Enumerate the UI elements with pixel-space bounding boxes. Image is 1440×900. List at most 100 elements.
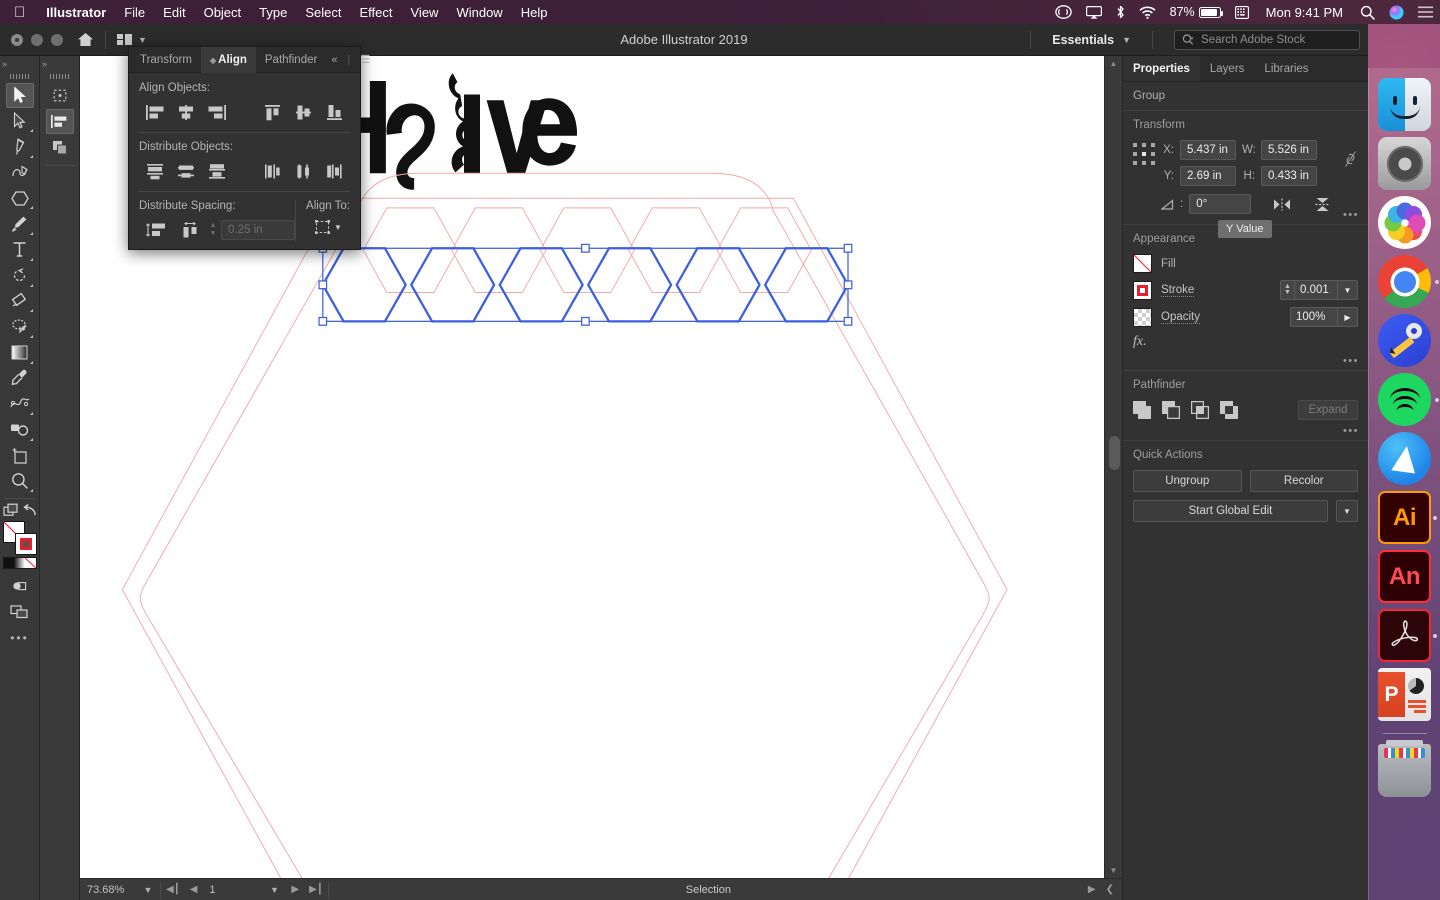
- fx-effects-icon[interactable]: fx.: [1133, 334, 1358, 350]
- distribute-spacing-field[interactable]: 0.25 in: [221, 220, 295, 240]
- zoom-tool[interactable]: [6, 469, 34, 494]
- shape-builder-tool[interactable]: [6, 417, 34, 442]
- menu-app-name[interactable]: Illustrator: [37, 5, 115, 20]
- horizontal-align-right-button[interactable]: [201, 101, 232, 123]
- horizontal-distribute-center-button[interactable]: [288, 160, 319, 182]
- tools-panel-grip[interactable]: [0, 70, 39, 83]
- vertical-distribute-space-button[interactable]: [139, 219, 173, 241]
- adobe-illustrator-icon[interactable]: Ai: [1378, 491, 1431, 544]
- more-options-icon[interactable]: •••: [1343, 425, 1359, 437]
- home-icon[interactable]: [77, 32, 94, 47]
- x-field[interactable]: 5.437 in: [1180, 140, 1236, 160]
- spark-mail-icon[interactable]: [1378, 432, 1431, 485]
- last-page-icon[interactable]: ▶┃: [304, 884, 328, 895]
- creative-cloud-icon[interactable]: [1048, 5, 1079, 19]
- tab-layers[interactable]: Layers: [1200, 56, 1255, 81]
- stroke-swatch[interactable]: [1133, 281, 1152, 300]
- type-tool[interactable]: [6, 237, 34, 262]
- chevron-right-icon[interactable]: ▶: [1338, 307, 1358, 327]
- menu-window[interactable]: Window: [447, 5, 511, 20]
- spotify-icon[interactable]: [1378, 373, 1431, 426]
- unite-icon[interactable]: [1133, 401, 1152, 420]
- align-button[interactable]: [46, 109, 74, 134]
- control-strip-grip[interactable]: [40, 70, 79, 83]
- horizontal-distribute-right-button[interactable]: [319, 160, 350, 182]
- menu-object[interactable]: Object: [195, 5, 251, 20]
- resize-handle-icon[interactable]: ❮: [1106, 884, 1114, 895]
- artboard-tool[interactable]: [6, 443, 34, 468]
- stroke-label[interactable]: Stroke: [1161, 284, 1194, 297]
- tab-transform[interactable]: Transform: [131, 47, 201, 73]
- chevron-down-icon[interactable]: ▼: [262, 885, 286, 895]
- stroke-weight-stepper[interactable]: ▲▼: [1280, 280, 1294, 300]
- first-page-icon[interactable]: ◀┃: [161, 884, 185, 895]
- siri-icon[interactable]: [1382, 5, 1411, 20]
- pen-tool[interactable]: [6, 134, 34, 159]
- undo-arrow-icon[interactable]: [23, 504, 37, 517]
- vertical-distribute-top-button[interactable]: [139, 160, 170, 182]
- minus-front-icon[interactable]: [1162, 401, 1181, 420]
- intersect-icon[interactable]: [1191, 401, 1210, 420]
- vertical-align-center-button[interactable]: [288, 101, 319, 123]
- w-field[interactable]: 5.526 in: [1261, 140, 1317, 160]
- expand-button[interactable]: Expand: [1298, 400, 1358, 420]
- tab-pathfinder[interactable]: Pathfinder: [256, 47, 326, 73]
- color-mode-swatches[interactable]: [3, 557, 37, 569]
- statusbar-status-text[interactable]: Selection: [329, 884, 1088, 896]
- more-tools-icon[interactable]: •••: [6, 625, 34, 650]
- menu-select[interactable]: Select: [296, 5, 350, 20]
- more-options-icon[interactable]: •••: [1343, 355, 1359, 367]
- system-preferences-icon[interactable]: [1378, 137, 1431, 190]
- expand-control-strip-icon[interactable]: »: [42, 59, 47, 69]
- color-swatch-icon[interactable]: [4, 558, 15, 568]
- finder-icon[interactable]: [1378, 78, 1431, 131]
- photos-icon[interactable]: [1378, 196, 1431, 249]
- h-field[interactable]: 0.433 in: [1261, 166, 1317, 186]
- shape-tool[interactable]: [6, 186, 34, 211]
- stroke-swatch[interactable]: [15, 533, 37, 555]
- horizontal-distribute-space-button[interactable]: [173, 219, 207, 241]
- close-button[interactable]: [11, 34, 23, 46]
- screen-mode-icon[interactable]: [6, 600, 34, 625]
- opacity-label[interactable]: Opacity: [1161, 311, 1200, 324]
- blend-tool[interactable]: [6, 391, 34, 416]
- horizontal-align-center-button[interactable]: [170, 101, 201, 123]
- artboard-button[interactable]: [46, 83, 74, 108]
- gradient-tool[interactable]: [6, 340, 34, 365]
- unlink-proportions-icon[interactable]: [1344, 150, 1358, 168]
- fill-swatch[interactable]: [1133, 254, 1152, 273]
- spotlight-search-icon[interactable]: [1353, 5, 1382, 20]
- trash-icon[interactable]: [1378, 744, 1431, 797]
- powerpoint-icon[interactable]: P: [1378, 668, 1431, 721]
- ungroup-button[interactable]: Ungroup: [1133, 470, 1242, 492]
- align-to-selection-button[interactable]: ▼: [306, 219, 350, 235]
- selection-tool[interactable]: [6, 83, 34, 108]
- stroke-weight-field[interactable]: 0.001: [1294, 280, 1338, 300]
- maximize-button[interactable]: [51, 34, 63, 46]
- tab-properties[interactable]: Properties: [1123, 56, 1200, 81]
- collapse-panel-icon[interactable]: «: [326, 54, 342, 66]
- exclude-icon[interactable]: [1220, 401, 1239, 420]
- play-icon[interactable]: ▶: [1088, 884, 1096, 895]
- adobe-acrobat-icon[interactable]: [1378, 609, 1431, 662]
- panel-menu-icon[interactable]: ☰: [355, 53, 375, 66]
- reference-point-icon[interactable]: [1133, 143, 1155, 165]
- scroll-down-icon[interactable]: ▼: [1105, 866, 1122, 875]
- arrange-documents-icon[interactable]: ▼: [117, 34, 147, 46]
- previous-page-icon[interactable]: ◀: [185, 884, 203, 895]
- paintbrush-tool[interactable]: [6, 211, 34, 236]
- zoom-level-value[interactable]: 73.68%: [80, 884, 136, 896]
- vertical-distribute-center-button[interactable]: [170, 160, 201, 182]
- direct-selection-tool[interactable]: [6, 109, 34, 134]
- vertical-align-bottom-button[interactable]: [319, 101, 350, 123]
- menu-type[interactable]: Type: [250, 5, 296, 20]
- flip-vertical-icon[interactable]: [1315, 197, 1330, 212]
- notification-center-icon[interactable]: [1411, 6, 1440, 18]
- horizontal-distribute-left-button[interactable]: [257, 160, 288, 182]
- menu-effect[interactable]: Effect: [350, 5, 401, 20]
- next-page-icon[interactable]: ▶: [286, 884, 304, 895]
- rotation-angle-field[interactable]: 0°: [1189, 194, 1251, 214]
- sketch-icon[interactable]: [1378, 314, 1431, 367]
- chevron-down-icon[interactable]: ▼: [136, 885, 160, 895]
- battery-status[interactable]: 87%: [1163, 5, 1228, 19]
